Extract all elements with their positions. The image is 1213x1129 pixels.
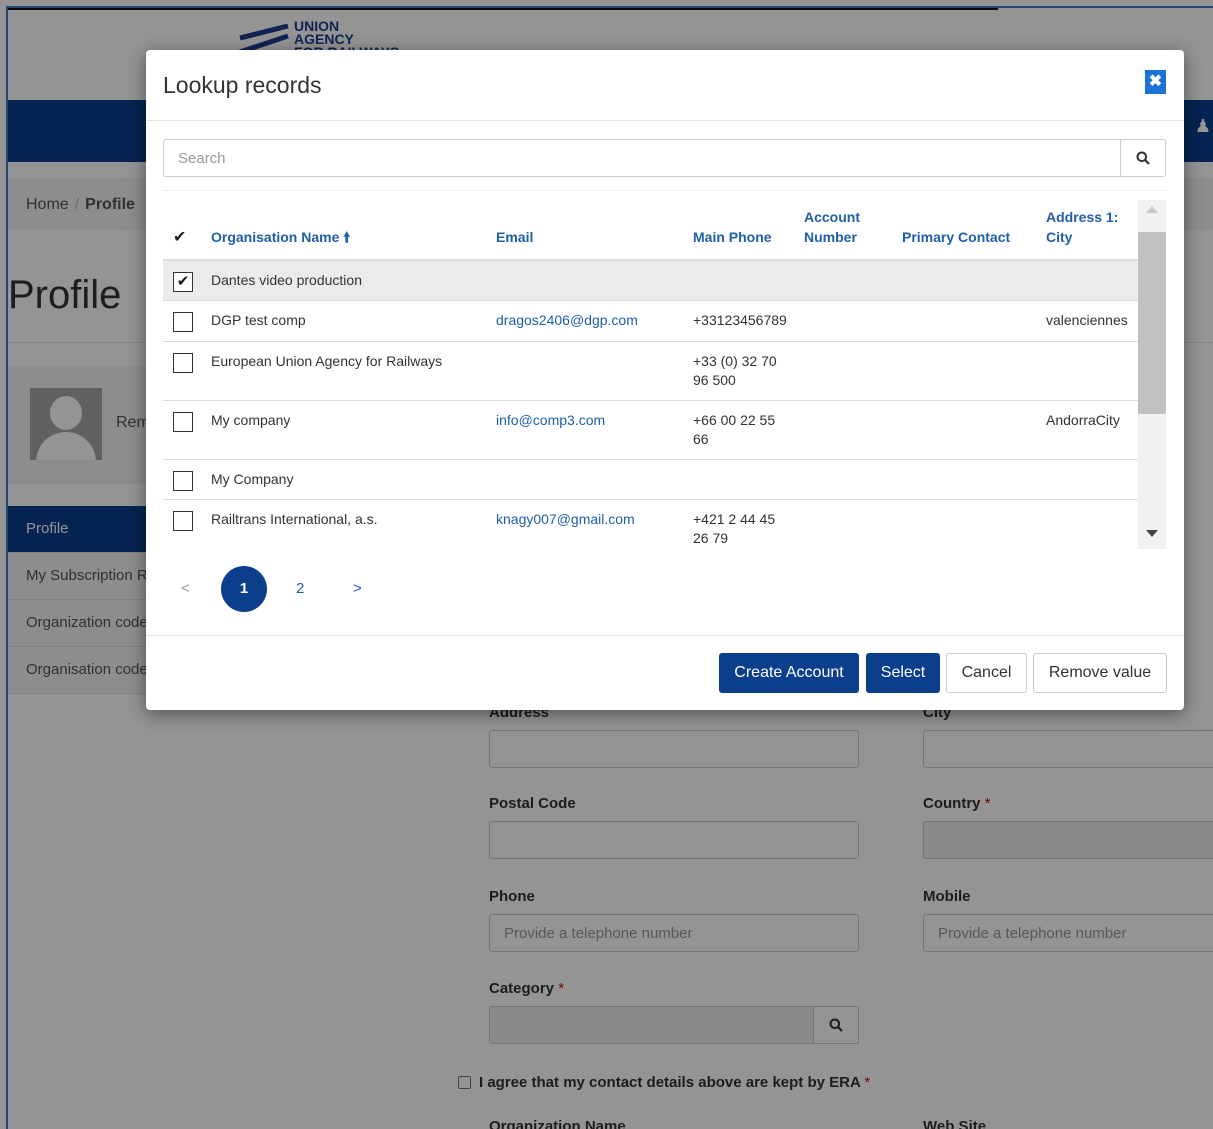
row-email-link[interactable]: dragos2406@dgp.com bbox=[496, 311, 638, 330]
row-city: AndorraCity bbox=[1046, 412, 1120, 428]
select-all-check-icon[interactable]: ✔ bbox=[173, 227, 186, 247]
row-organisation-name: Dantes video production bbox=[211, 272, 362, 288]
phone-line-1: +33 (0) 32 70 bbox=[693, 353, 777, 369]
column-header-account-number[interactable]: Account Number bbox=[804, 207, 860, 247]
table-row[interactable]: European Union Agency for Railways +33 (… bbox=[163, 342, 1138, 401]
dialog-title: Lookup records bbox=[163, 72, 322, 98]
scroll-down-arrow-icon[interactable] bbox=[1146, 530, 1158, 537]
select-button[interactable]: Select bbox=[866, 653, 940, 693]
close-button[interactable]: ✖ bbox=[1145, 70, 1166, 94]
row-organisation-name: My company bbox=[211, 412, 291, 428]
phone-line-1: +421 2 44 45 bbox=[693, 511, 776, 527]
row-main-phone: +33123456789 bbox=[693, 312, 787, 328]
search-input[interactable]: Search bbox=[163, 139, 1121, 177]
pagination-next[interactable]: > bbox=[353, 566, 362, 612]
row-organisation-name: Railtrans International, a.s. bbox=[211, 511, 378, 527]
account-number-line-1: Account bbox=[804, 209, 860, 225]
pagination-prev[interactable]: < bbox=[181, 566, 190, 612]
pagination-page-2[interactable]: 2 bbox=[296, 566, 304, 612]
records-grid: ✔ Organisation Name 🠙 Email Main Phone A… bbox=[163, 200, 1138, 548]
grid-scrollbar[interactable] bbox=[1138, 200, 1166, 549]
lookup-records-dialog: Lookup records ✖ Search ✔ Organisation N… bbox=[146, 50, 1184, 710]
row-checkbox[interactable] bbox=[173, 312, 193, 332]
row-organisation-name: My Company bbox=[211, 471, 294, 487]
phone-line-2: 26 79 bbox=[693, 530, 729, 546]
row-main-phone: +66 00 22 55 66 bbox=[693, 411, 775, 449]
table-row[interactable]: My Company bbox=[163, 460, 1138, 500]
row-main-phone: +33 (0) 32 70 96 500 bbox=[693, 352, 777, 390]
row-checkbox[interactable] bbox=[173, 353, 193, 373]
table-row[interactable]: DGP test comp dragos2406@dgp.com +331234… bbox=[163, 301, 1138, 342]
column-header-primary-contact[interactable]: Primary Contact bbox=[902, 227, 1010, 247]
row-checkbox-checked[interactable]: ✔ bbox=[173, 272, 193, 292]
row-email-link[interactable]: knagy007@gmail.com bbox=[496, 510, 635, 529]
search-button[interactable] bbox=[1120, 139, 1166, 177]
row-main-phone: +421 2 44 45 26 79 bbox=[693, 510, 775, 548]
column-header-main-phone[interactable]: Main Phone bbox=[693, 227, 772, 247]
row-organisation-name: DGP test comp bbox=[211, 312, 306, 328]
column-header-city[interactable]: Address 1: City bbox=[1046, 207, 1118, 247]
cancel-button[interactable]: Cancel bbox=[946, 653, 1027, 693]
account-number-line-2: Number bbox=[804, 229, 857, 245]
footer-divider bbox=[146, 635, 1184, 636]
column-header-organisation-name[interactable]: Organisation Name 🠙 bbox=[211, 227, 350, 247]
search-divider bbox=[163, 190, 1167, 191]
table-row[interactable]: Railtrans International, a.s. knagy007@g… bbox=[163, 500, 1138, 548]
create-account-button[interactable]: Create Account bbox=[719, 653, 859, 693]
search-icon bbox=[1136, 151, 1150, 165]
header-divider bbox=[146, 120, 1184, 121]
pagination-page-current[interactable]: 1 bbox=[221, 566, 267, 612]
phone-line-1: +66 00 22 55 bbox=[693, 412, 776, 428]
sort-ascending-icon: 🠙 bbox=[343, 229, 351, 245]
row-checkbox[interactable] bbox=[173, 471, 193, 491]
city-header-line-1: Address 1: bbox=[1046, 209, 1119, 225]
column-header-email[interactable]: Email bbox=[496, 227, 533, 247]
phone-line-2: 66 bbox=[693, 431, 709, 447]
scroll-thumb[interactable] bbox=[1138, 232, 1166, 414]
row-email-link[interactable]: info@comp3.com bbox=[496, 411, 605, 430]
city-header-line-2: City bbox=[1046, 229, 1073, 245]
scroll-up-arrow-icon[interactable] bbox=[1146, 206, 1158, 213]
phone-line-2: 96 500 bbox=[693, 372, 736, 388]
remove-value-button[interactable]: Remove value bbox=[1033, 653, 1167, 693]
row-organisation-name: European Union Agency for Railways bbox=[211, 353, 443, 369]
table-row[interactable]: My company info@comp3.com +66 00 22 55 66… bbox=[163, 401, 1138, 460]
table-row[interactable]: ✔ Dantes video production bbox=[163, 261, 1138, 301]
close-icon: ✖ bbox=[1148, 73, 1163, 90]
row-checkbox[interactable] bbox=[173, 511, 193, 531]
row-checkbox[interactable] bbox=[173, 412, 193, 432]
column-header-organisation-name-label: Organisation Name bbox=[211, 229, 340, 245]
grid-header: ✔ Organisation Name 🠙 Email Main Phone A… bbox=[163, 200, 1138, 261]
row-city: valenciennes bbox=[1046, 312, 1128, 328]
